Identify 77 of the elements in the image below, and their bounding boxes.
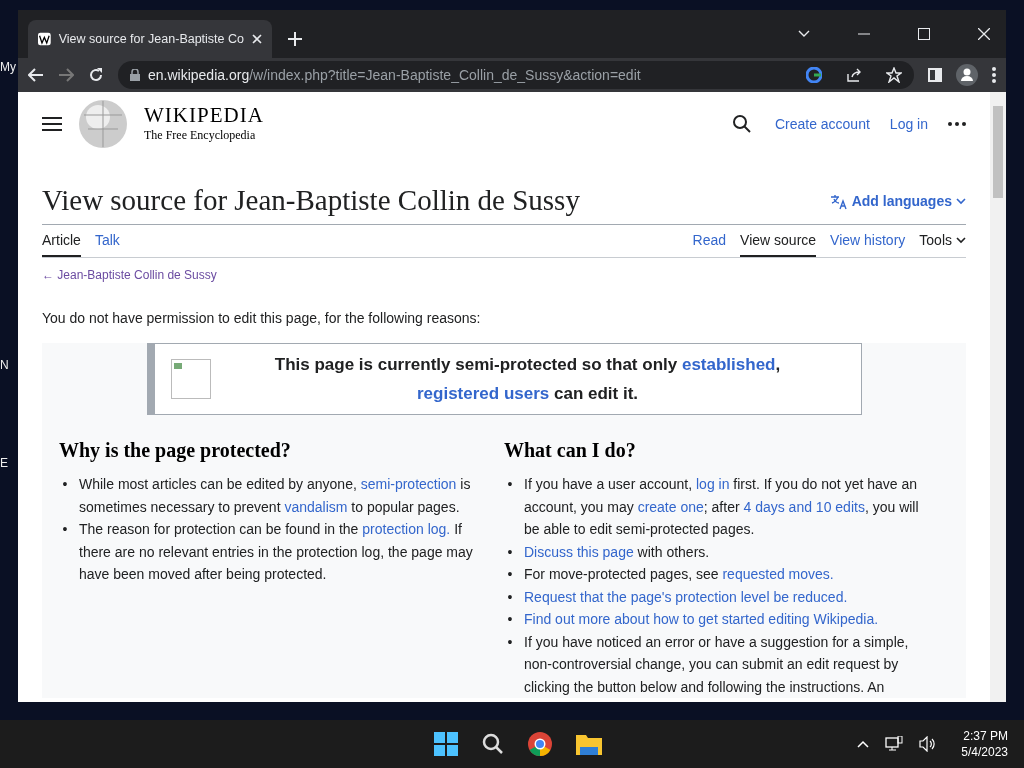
more-icon[interactable] bbox=[948, 122, 966, 126]
header-link[interactable]: Log in bbox=[889, 113, 928, 135]
translate-icon bbox=[829, 193, 848, 210]
menu-icon[interactable] bbox=[992, 67, 996, 83]
bullet: • bbox=[506, 542, 514, 562]
notice-text: This page is currently semi-protected so that only established, bbox=[273, 354, 782, 376]
link[interactable]: semi-protection bbox=[360, 476, 457, 492]
chevron-up-icon[interactable] bbox=[857, 740, 870, 748]
desktop-icon-label[interactable]: N bbox=[0, 356, 18, 374]
side-panel-icon[interactable] bbox=[928, 68, 942, 82]
bullet: • bbox=[61, 475, 69, 494]
intro-text: You do not have permission to edit this page, for the following reasons: bbox=[42, 309, 482, 328]
bullet: • bbox=[506, 610, 514, 629]
link[interactable]: log in bbox=[696, 476, 730, 492]
menu-icon[interactable] bbox=[42, 116, 62, 132]
section-heading: Why is the page protected? bbox=[59, 438, 292, 464]
back-icon[interactable] bbox=[28, 68, 44, 82]
desktop-icon-label[interactable]: My bbox=[0, 58, 18, 76]
link[interactable]: vandalism bbox=[284, 498, 348, 515]
link[interactable]: Request that the page's protection level be reduced. bbox=[524, 588, 848, 605]
address-bar[interactable]: en.wikipedia.org/w/index.php?title=Jean-Baptiste_Collin_de_Sussy&action=edit bbox=[118, 61, 914, 89]
clock-time: 2:37 PM bbox=[962, 728, 1008, 744]
section-heading: What can I do? bbox=[504, 438, 637, 463]
start-icon[interactable] bbox=[434, 732, 458, 756]
link[interactable]: Find out more about how to get started editing Wikipedia. bbox=[524, 611, 879, 627]
page-tab[interactable]: Talk bbox=[94, 225, 120, 257]
search-icon[interactable] bbox=[732, 115, 751, 133]
page-tab[interactable]: Read bbox=[692, 225, 727, 257]
maximize-icon[interactable] bbox=[918, 28, 930, 40]
header-link[interactable]: Create account bbox=[774, 113, 870, 135]
page-tab[interactable]: Article bbox=[42, 225, 81, 257]
broken-image-icon bbox=[170, 359, 211, 399]
close-icon[interactable] bbox=[978, 28, 990, 40]
list-item-text: For move-protected pages, see requested moves. bbox=[524, 565, 834, 584]
scrollbar[interactable] bbox=[990, 92, 1006, 702]
page-tab[interactable]: Tools bbox=[919, 225, 966, 257]
folder-icon[interactable] bbox=[576, 733, 602, 755]
add-languages-button[interactable]: Add languages bbox=[829, 191, 966, 212]
list-item-text: The reason for protection can be found in the protection log. If there are no relevant entries in the protection log, the page may have been moved after being protected. bbox=[79, 520, 474, 584]
tagline: The Free Encyclopedia bbox=[144, 126, 257, 144]
desktop-icon-label[interactable]: E bbox=[0, 454, 18, 472]
link[interactable]: established bbox=[681, 355, 776, 374]
bullet: • bbox=[506, 475, 514, 494]
link[interactable]: create one bbox=[637, 498, 704, 515]
back-link[interactable]: ← Jean-Baptiste Collin de Sussy bbox=[42, 266, 217, 284]
profile-icon[interactable] bbox=[956, 64, 978, 86]
link[interactable]: Discuss this page bbox=[524, 543, 634, 560]
forward-icon[interactable] bbox=[58, 68, 74, 82]
clock-date: 5/4/2023 bbox=[961, 744, 1008, 760]
browser-tab[interactable]: View source for Jean-Baptiste Co bbox=[28, 20, 272, 58]
network-icon[interactable] bbox=[885, 736, 904, 752]
caret-icon bbox=[956, 236, 966, 244]
reload-icon[interactable] bbox=[88, 67, 104, 83]
notice-text: registered users can edit it. bbox=[415, 383, 640, 405]
list-item-text: Discuss this page with others. bbox=[524, 542, 710, 562]
bullet: • bbox=[506, 565, 514, 584]
page-tab[interactable]: View history bbox=[830, 225, 906, 257]
volume-icon[interactable] bbox=[919, 736, 938, 752]
bullet: • bbox=[506, 632, 514, 652]
link[interactable]: protection log. bbox=[362, 521, 451, 537]
list-item-text: If you have noticed an error or have a suggestion for a simple, non-controversial change, you can submit an edit request by clicking the button below and following the instructions. An bbox=[524, 632, 910, 697]
page-tab[interactable]: View source bbox=[740, 225, 817, 257]
wikipedia-icon bbox=[38, 31, 51, 47]
list-item-text: If you have a user account, log in first. If you do not yet have an account, you may create one; after 4 days and 10 edits, you will be able to edit semi-protected pages. bbox=[524, 475, 920, 539]
page-title: View source for Jean-Baptiste Collin de Sussy bbox=[42, 183, 580, 218]
link[interactable]: requested moves. bbox=[722, 566, 834, 582]
tab-title: View source for Jean-Baptiste Co bbox=[58, 30, 244, 48]
link[interactable]: registered users bbox=[416, 384, 550, 403]
link[interactable]: 4 days and 10 edits bbox=[743, 498, 865, 515]
browser-icon[interactable] bbox=[528, 732, 552, 756]
chevron-down-icon[interactable] bbox=[798, 30, 810, 38]
wordmark: WIKIPEDIA bbox=[144, 104, 264, 126]
search-icon[interactable] bbox=[482, 733, 504, 755]
list-item-text: While most articles can be edited by anyone, semi-protection is sometimes necessary to prevent vandalism to popular pages. bbox=[79, 475, 472, 517]
bullet: • bbox=[506, 587, 514, 607]
chevron-down-icon bbox=[956, 198, 966, 205]
bullet: • bbox=[61, 520, 69, 539]
